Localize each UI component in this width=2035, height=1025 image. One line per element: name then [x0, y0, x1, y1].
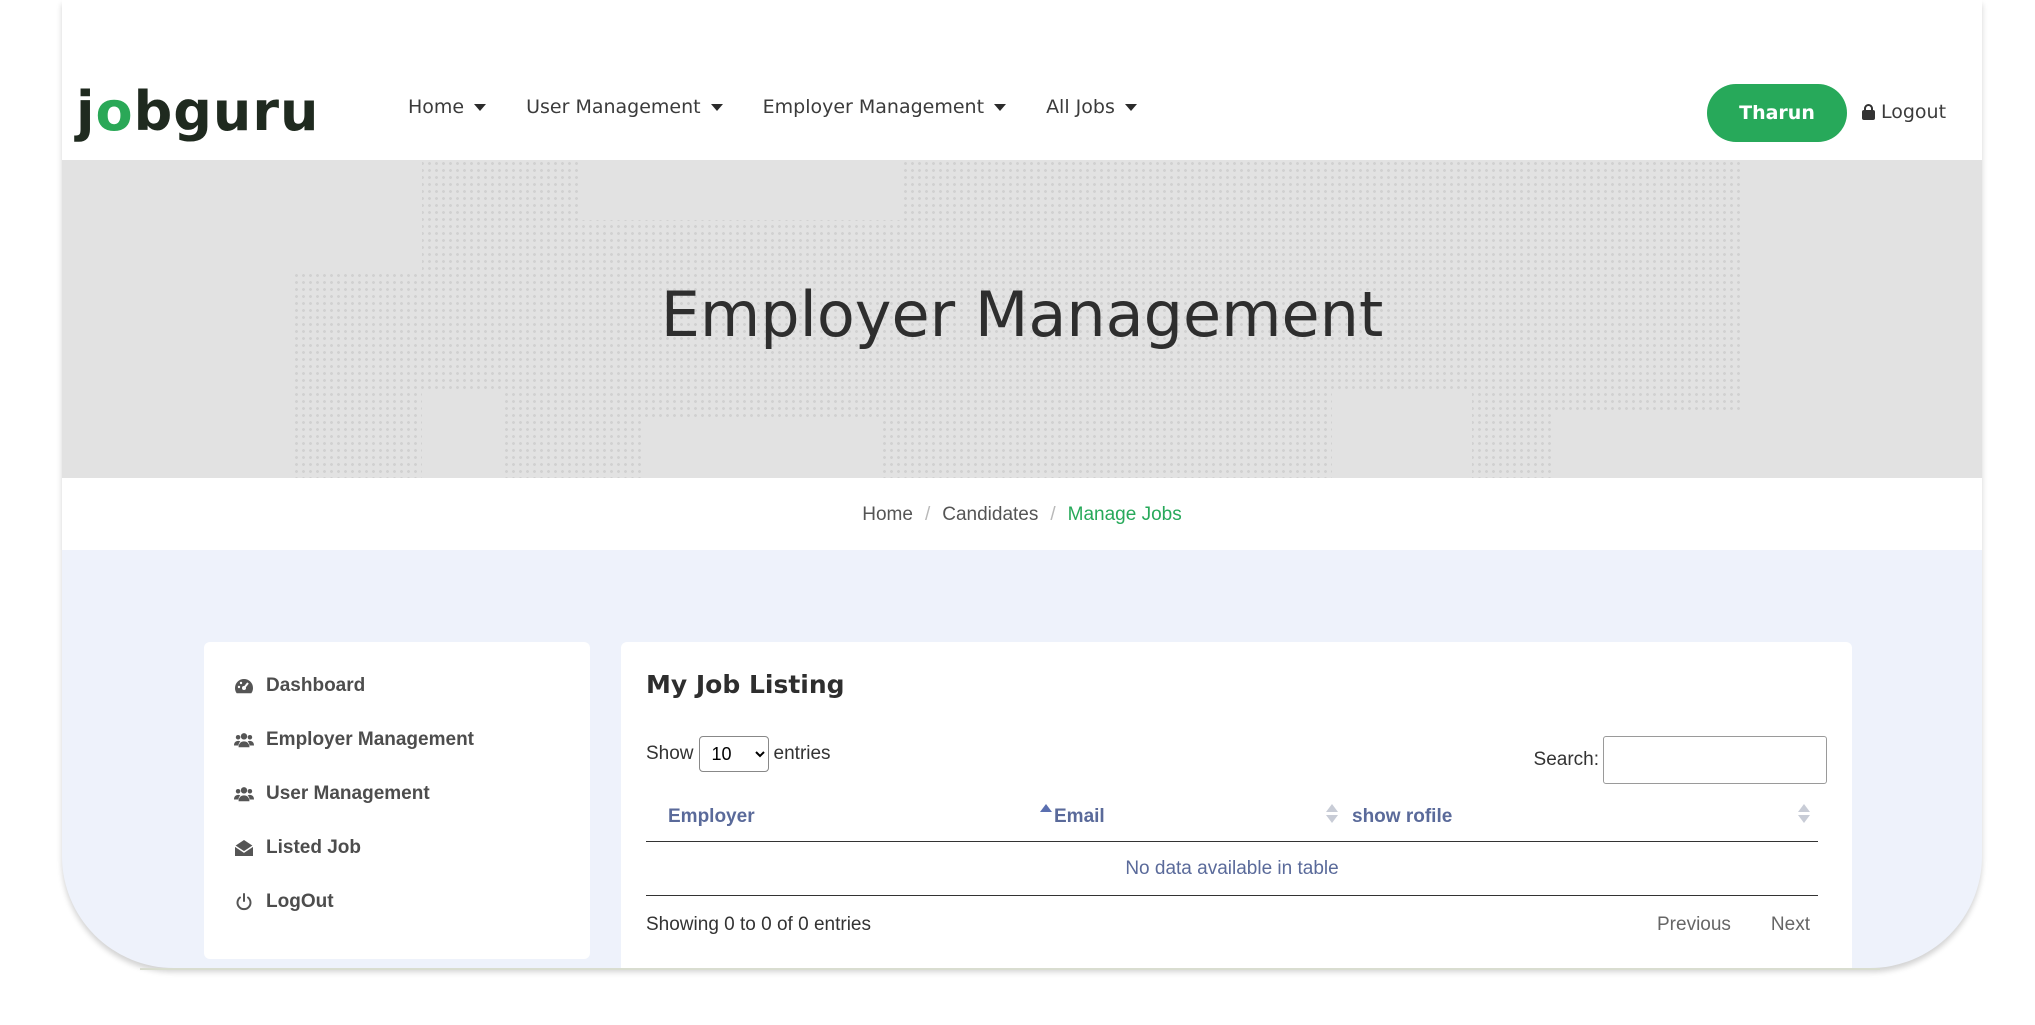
sort-ascending-icon [1040, 804, 1052, 826]
site-logo[interactable]: jobguru [76, 80, 319, 144]
sidebar-item-label: Dashboard [266, 675, 366, 696]
breadcrumb-candidates[interactable]: Candidates [942, 504, 1038, 526]
chevron-down-icon [994, 103, 1007, 111]
sidebar-item-employer-management[interactable]: Employer Management [234, 729, 474, 751]
column-header-employer[interactable]: Employer [668, 806, 755, 828]
bottom-edge [140, 968, 1880, 970]
chevron-down-icon [1124, 103, 1137, 111]
power-icon [234, 892, 254, 912]
logo-text-suffix: bguru [133, 80, 320, 143]
user-account-button[interactable]: Tharun [1707, 84, 1847, 142]
users-icon [234, 730, 254, 750]
previous-page-button[interactable]: Previous [1657, 914, 1731, 936]
logo-text-o: o [95, 80, 134, 143]
sidebar-item-user-management[interactable]: User Management [234, 783, 430, 805]
logout-link[interactable]: Logout [1862, 101, 1946, 123]
job-listing-panel: My Job Listing Show 10 25 50 100 entries… [621, 642, 1852, 968]
search-label: Search: [1533, 749, 1599, 770]
sidebar-item-listed-job[interactable]: Listed Job [234, 837, 361, 859]
chevron-down-icon [710, 103, 723, 111]
browser-frame: jobguru Home User Management Employer Ma… [62, 0, 1982, 968]
next-page-button[interactable]: Next [1771, 914, 1810, 936]
nav-user-management[interactable]: User Management [526, 96, 723, 118]
column-header-email[interactable]: Email [1054, 806, 1105, 828]
breadcrumb-separator: / [1050, 504, 1056, 525]
chevron-down-icon [474, 103, 487, 111]
breadcrumb-home[interactable]: Home [862, 504, 913, 526]
lock-icon [1862, 104, 1875, 120]
entries-label: entries [773, 743, 831, 764]
breadcrumb-bar: Home / Candidates / Manage Jobs [62, 478, 1982, 550]
breadcrumb: Home / Candidates / Manage Jobs [62, 504, 1982, 526]
site-header: jobguru Home User Management Employer Ma… [62, 0, 1982, 160]
dashboard-icon [234, 676, 254, 696]
logo-text-prefix: j [76, 80, 96, 143]
nav-user-management-label: User Management [526, 96, 701, 118]
nav-all-jobs[interactable]: All Jobs [1046, 96, 1137, 118]
sidebar-item-label: User Management [266, 783, 430, 804]
jobs-table: Employer Email show rofile No data avail… [646, 792, 1818, 896]
users-icon [234, 784, 254, 804]
sort-icon [1798, 804, 1810, 826]
table-info: Showing 0 to 0 of 0 entries [646, 914, 871, 935]
sidebar: Dashboard Employer Management User Manag… [204, 642, 590, 959]
sidebar-item-label: LogOut [266, 891, 334, 912]
envelope-open-icon [234, 838, 254, 858]
pagination: Previous Next [1657, 914, 1810, 936]
page-size-control: Show 10 25 50 100 entries [646, 736, 831, 772]
breadcrumb-separator: / [924, 504, 931, 525]
page-hero-banner: Employer Management [62, 160, 1982, 478]
page-size-select[interactable]: 10 25 50 100 [698, 736, 769, 772]
sidebar-item-logout[interactable]: LogOut [234, 891, 334, 913]
panel-title: My Job Listing [646, 670, 845, 699]
nav-employer-management[interactable]: Employer Management [762, 96, 1007, 118]
nav-all-jobs-label: All Jobs [1046, 96, 1115, 118]
show-label: Show [646, 743, 694, 764]
nav-home-label: Home [408, 96, 465, 118]
sidebar-item-label: Listed Job [266, 837, 362, 858]
search-input[interactable] [1603, 736, 1827, 784]
logout-label: Logout [1881, 101, 1947, 123]
empty-table-row: No data available in table [646, 842, 1818, 896]
sidebar-item-dashboard[interactable]: Dashboard [234, 675, 365, 697]
empty-table-message: No data available in table [1125, 857, 1339, 879]
breadcrumb-current: Manage Jobs [1067, 504, 1182, 525]
search-control: Search: [1534, 736, 1827, 784]
page-title: Employer Management [660, 278, 1384, 351]
column-header-show-profile[interactable]: show rofile [1352, 806, 1452, 828]
table-header: Employer Email show rofile [646, 792, 1818, 842]
nav-employer-management-label: Employer Management [762, 96, 985, 118]
sort-icon [1326, 804, 1338, 826]
sidebar-item-label: Employer Management [266, 729, 474, 750]
nav-home[interactable]: Home [408, 96, 487, 118]
main-nav: Home User Management Employer Management… [408, 96, 1137, 118]
